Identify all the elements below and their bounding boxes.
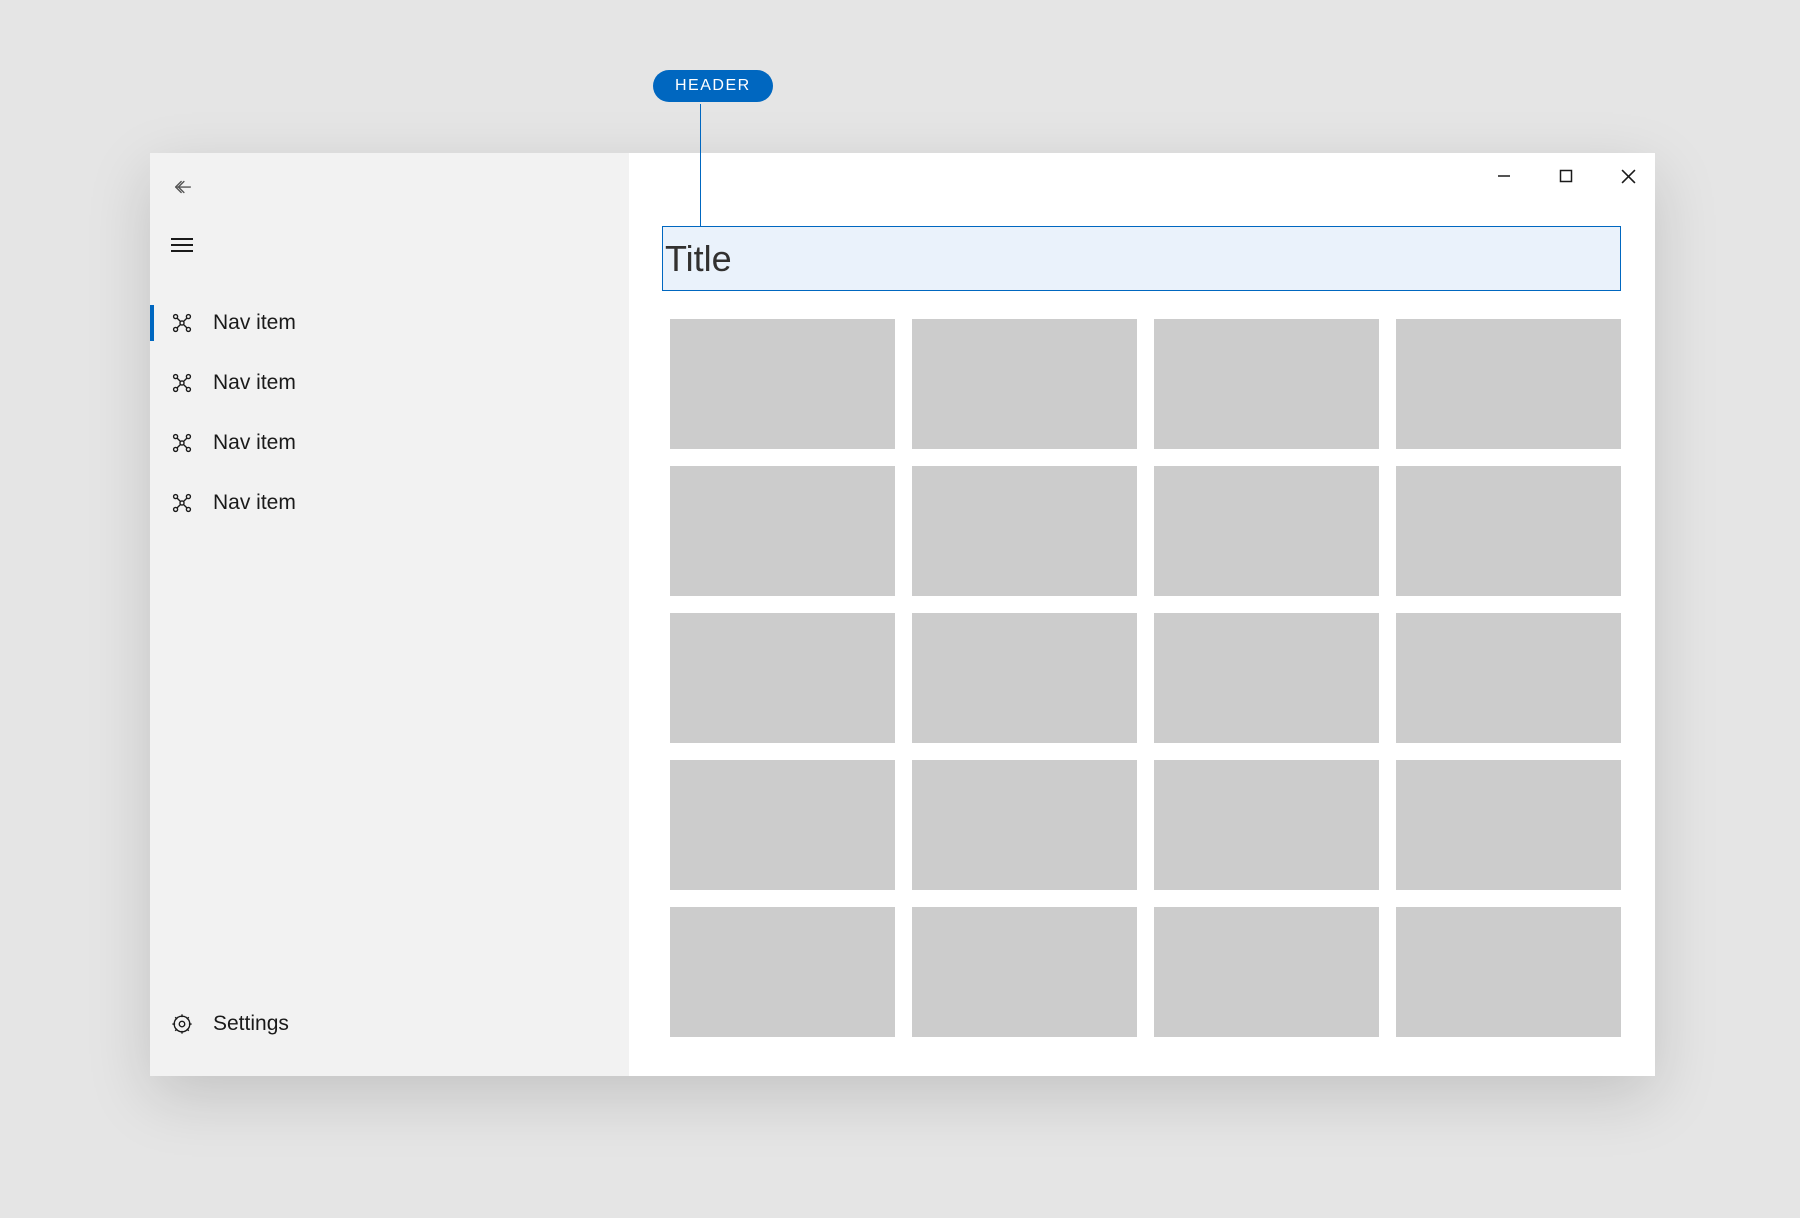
app-window: Nav item Nav item Nav item bbox=[150, 153, 1655, 1076]
grid-tile[interactable] bbox=[670, 466, 895, 596]
minimize-icon bbox=[1497, 169, 1511, 183]
grid-tile[interactable] bbox=[912, 907, 1137, 1037]
nav-item-icon bbox=[171, 492, 193, 514]
nav-list: Nav item Nav item Nav item bbox=[150, 293, 629, 533]
nav-item-2[interactable]: Nav item bbox=[150, 413, 629, 473]
minimize-button[interactable] bbox=[1495, 167, 1513, 185]
nav-item-label: Nav item bbox=[213, 431, 296, 455]
annotation-connector-line bbox=[700, 104, 701, 226]
grid-tile[interactable] bbox=[1154, 613, 1379, 743]
close-icon bbox=[1621, 169, 1636, 184]
hamburger-line-icon bbox=[171, 238, 193, 240]
maximize-button[interactable] bbox=[1557, 167, 1575, 185]
nav-item-label: Nav item bbox=[213, 311, 296, 335]
grid-tile[interactable] bbox=[1396, 907, 1621, 1037]
grid-tile[interactable] bbox=[912, 760, 1137, 890]
nav-item-icon bbox=[171, 432, 193, 454]
annotation-badge: HEADER bbox=[653, 70, 773, 102]
maximize-icon bbox=[1559, 169, 1573, 183]
grid-tile[interactable] bbox=[912, 466, 1137, 596]
nav-item-3[interactable]: Nav item bbox=[150, 473, 629, 533]
settings-label: Settings bbox=[213, 1012, 289, 1036]
back-button[interactable] bbox=[171, 175, 195, 199]
hamburger-menu-button[interactable] bbox=[171, 233, 195, 257]
close-button[interactable] bbox=[1619, 167, 1637, 185]
grid-tile[interactable] bbox=[1154, 319, 1379, 449]
grid-tile[interactable] bbox=[1154, 466, 1379, 596]
grid-tile[interactable] bbox=[670, 907, 895, 1037]
grid-tile[interactable] bbox=[912, 613, 1137, 743]
content-grid bbox=[670, 319, 1621, 1037]
sidebar-footer: Settings bbox=[150, 1000, 629, 1048]
grid-tile[interactable] bbox=[1396, 760, 1621, 890]
nav-item-1[interactable]: Nav item bbox=[150, 353, 629, 413]
nav-item-0[interactable]: Nav item bbox=[150, 293, 629, 353]
navigation-sidebar: Nav item Nav item Nav item bbox=[150, 153, 629, 1076]
grid-tile[interactable] bbox=[1154, 907, 1379, 1037]
page-title: Title bbox=[665, 238, 732, 280]
page-header: Title bbox=[662, 226, 1621, 291]
window-controls bbox=[1495, 167, 1637, 185]
grid-tile[interactable] bbox=[1396, 466, 1621, 596]
grid-tile[interactable] bbox=[912, 319, 1137, 449]
grid-tile[interactable] bbox=[670, 613, 895, 743]
settings-button[interactable]: Settings bbox=[150, 1000, 629, 1048]
grid-tile[interactable] bbox=[670, 319, 895, 449]
grid-tile[interactable] bbox=[1396, 613, 1621, 743]
hamburger-line-icon bbox=[171, 250, 193, 252]
nav-item-icon bbox=[171, 372, 193, 394]
nav-item-label: Nav item bbox=[213, 491, 296, 515]
grid-tile[interactable] bbox=[1396, 319, 1621, 449]
grid-tile[interactable] bbox=[670, 760, 895, 890]
back-arrow-icon bbox=[172, 176, 194, 198]
grid-tile[interactable] bbox=[1154, 760, 1379, 890]
gear-icon bbox=[171, 1013, 193, 1035]
hamburger-line-icon bbox=[171, 244, 193, 246]
nav-item-icon bbox=[171, 312, 193, 334]
nav-item-label: Nav item bbox=[213, 371, 296, 395]
main-content: Title bbox=[629, 153, 1655, 1076]
